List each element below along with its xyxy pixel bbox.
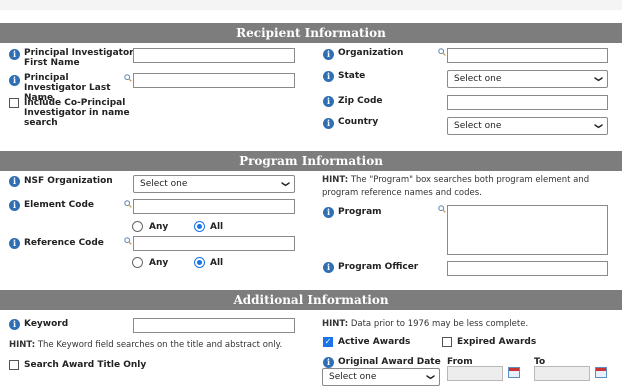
nsf-organization-select[interactable]: Select one ❯ <box>133 175 295 193</box>
calendar-icon[interactable] <box>508 367 520 378</box>
nsf-organization-select-value: Select one <box>140 179 188 189</box>
calendar-icon[interactable] <box>595 367 607 378</box>
program-textarea[interactable] <box>447 205 608 255</box>
element-code-any-label: Any <box>149 222 169 232</box>
hint-label: HINT: <box>322 319 349 329</box>
state-select[interactable]: Select one ❯ <box>447 70 608 88</box>
program-officer-label: Program Officer <box>338 262 419 272</box>
pi-first-name-input[interactable] <box>133 48 295 63</box>
original-award-date-select[interactable]: Select one ❯ <box>322 368 440 386</box>
expired-awards-label: Expired Awards <box>457 337 537 347</box>
search-award-title-only-checkbox[interactable] <box>9 360 19 370</box>
country-select[interactable]: Select one ❯ <box>447 117 608 135</box>
program-section-header: Program Information <box>0 151 622 171</box>
info-icon[interactable]: i <box>323 96 334 107</box>
search-icon[interactable] <box>124 200 132 208</box>
info-icon[interactable]: i <box>323 71 334 82</box>
keyword-label: Keyword <box>24 319 69 329</box>
info-icon[interactable]: i <box>323 207 334 218</box>
reference-code-any-radio[interactable] <box>132 257 143 268</box>
search-icon[interactable] <box>438 205 446 213</box>
element-code-any-radio[interactable] <box>132 221 143 232</box>
country-label: Country <box>338 117 379 127</box>
from-date-input[interactable] <box>447 366 503 381</box>
date-hint-text: Data prior to 1976 may be less complete. <box>350 319 529 329</box>
program-hint: HINT: The "Program" box searches both pr… <box>322 174 612 200</box>
chevron-down-icon: ❯ <box>594 122 604 130</box>
additional-section-header: Additional Information <box>0 290 622 310</box>
hint-label: HINT: <box>322 175 349 185</box>
nsf-organization-label: NSF Organization <box>24 176 113 186</box>
info-icon[interactable]: i <box>323 357 334 368</box>
chevron-down-icon: ❯ <box>426 373 436 381</box>
info-icon[interactable]: i <box>9 238 20 249</box>
program-officer-input[interactable] <box>447 261 608 276</box>
info-icon[interactable]: i <box>323 49 334 60</box>
to-date-input[interactable] <box>534 366 590 381</box>
info-icon[interactable]: i <box>9 176 20 187</box>
chevron-down-icon: ❯ <box>594 75 604 83</box>
pi-last-name-input[interactable] <box>133 73 295 88</box>
info-icon[interactable]: i <box>323 118 334 129</box>
search-icon[interactable] <box>124 74 132 82</box>
reference-code-all-radio[interactable] <box>194 257 205 268</box>
info-icon[interactable]: i <box>9 319 20 330</box>
info-icon[interactable]: i <box>9 75 20 86</box>
state-select-value: Select one <box>454 74 502 84</box>
search-icon[interactable] <box>124 237 132 245</box>
state-label: State <box>338 71 366 81</box>
program-label: Program <box>338 207 382 217</box>
keyword-hint-text: The Keyword field searches on the title … <box>37 340 283 350</box>
active-awards-label: Active Awards <box>338 337 411 347</box>
keyword-hint: HINT: The Keyword field searches on the … <box>9 339 309 352</box>
info-icon[interactable]: i <box>323 262 334 273</box>
include-co-pi-checkbox[interactable] <box>9 98 19 108</box>
date-hint: HINT: Data prior to 1976 may be less com… <box>322 318 612 331</box>
chevron-down-icon: ❯ <box>281 180 291 188</box>
top-strip <box>0 0 622 10</box>
recipient-section-header: Recipient Information <box>0 23 622 43</box>
element-code-all-label: All <box>210 222 224 232</box>
reference-code-any-label: Any <box>149 258 169 268</box>
expired-awards-checkbox[interactable] <box>442 337 452 347</box>
hint-label: HINT: <box>9 340 36 350</box>
original-award-date-label: Original Award Date <box>338 357 441 367</box>
reference-code-input[interactable] <box>133 236 295 251</box>
pi-first-name-label: Principal Investigator First Name <box>24 48 134 68</box>
element-code-input[interactable] <box>133 199 295 214</box>
organization-input[interactable] <box>447 48 608 63</box>
element-code-all-radio[interactable] <box>194 221 205 232</box>
info-icon[interactable]: i <box>9 49 20 60</box>
include-co-pi-label: Include Co-Principal Investigator in nam… <box>24 98 130 128</box>
info-icon[interactable]: i <box>9 200 20 211</box>
original-award-date-select-value: Select one <box>329 372 377 382</box>
organization-label: Organization <box>338 48 404 58</box>
search-icon[interactable] <box>438 48 446 56</box>
keyword-input[interactable] <box>133 318 295 333</box>
program-hint-text: The "Program" box searches both program … <box>322 175 590 198</box>
reference-code-all-label: All <box>210 258 224 268</box>
reference-code-label: Reference Code <box>24 238 104 248</box>
country-select-value: Select one <box>454 121 502 131</box>
search-award-title-only-label: Search Award Title Only <box>24 360 147 370</box>
active-awards-checkbox[interactable]: ✓ <box>323 337 333 347</box>
zip-code-input[interactable] <box>447 95 608 110</box>
element-code-label: Element Code <box>24 200 94 210</box>
zip-code-label: Zip Code <box>338 96 383 106</box>
